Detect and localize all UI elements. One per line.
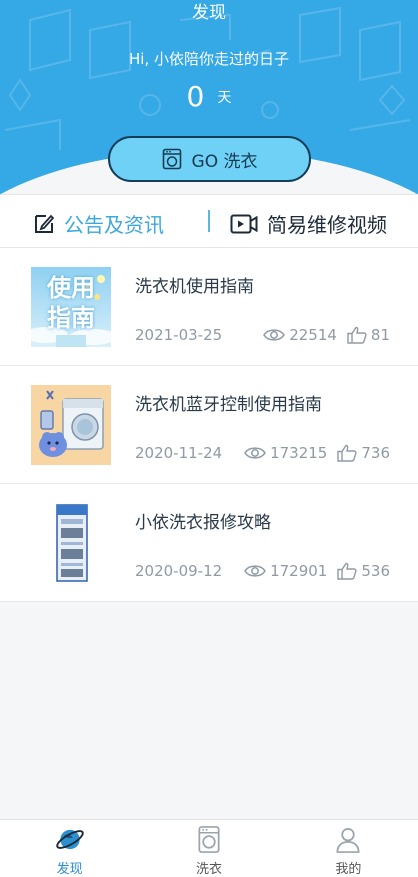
article-date: 2021-03-25: [135, 326, 223, 344]
tab-news-label: 公告及资讯: [64, 213, 164, 237]
article-stats: 22514 81: [263, 326, 390, 344]
view-count: 22514: [289, 326, 337, 344]
planet-icon: [55, 829, 84, 850]
tab-repair-videos[interactable]: 简易维修视频: [229, 209, 387, 238]
video-camera-icon: [230, 214, 258, 233]
article-date: 2020-09-12: [135, 562, 223, 580]
tab-repair-videos-label: 简易维修视频: [267, 213, 387, 237]
like-count: 81: [370, 326, 390, 344]
article-thumbnail: [31, 503, 111, 583]
thumbs-up-icon: [347, 326, 367, 344]
edit-note-icon: [35, 214, 55, 233]
content-tabs: 公告及资讯 简易维修视频: [0, 194, 418, 248]
view-count: 173215: [270, 444, 328, 462]
view-count: 172901: [270, 562, 328, 580]
bottom-nav: 发现 洗衣 我的: [0, 819, 418, 877]
eye-icon: [263, 329, 286, 341]
nav-discover[interactable]: 发现: [0, 820, 139, 877]
article-thumbnail: [31, 385, 111, 465]
nav-wash-label: 洗衣: [195, 862, 222, 877]
tab-divider: [208, 210, 210, 232]
washing-machine-icon: [198, 826, 220, 853]
article-date: 2020-11-24: [135, 444, 223, 462]
nav-wash[interactable]: 洗衣: [139, 820, 278, 877]
discover-page: 发现 Hi, 小依陪你走过的日子 0 天 GO 洗衣 公告及资讯 简易维修视频 …: [0, 0, 418, 877]
nav-discover-label: 发现: [56, 862, 83, 877]
eye-icon: [244, 565, 266, 577]
article-stats: 172901 536: [244, 562, 390, 580]
list-item[interactable]: 洗衣机蓝牙控制使用指南 2020-11-24 173215 736: [0, 366, 418, 484]
article-list: 使用 指南 洗衣机使用指南 2021-03-25 22514 81 洗衣机蓝牙控…: [0, 248, 418, 602]
like-count: 736: [361, 444, 390, 462]
thumbs-up-icon: [337, 562, 357, 580]
nav-profile-label: 我的: [335, 862, 362, 877]
page-title: 发现: [192, 3, 226, 23]
header-banner: 发现 Hi, 小依陪你走过的日子 0 天 GO 洗衣: [0, 0, 418, 200]
article-title: 洗衣机使用指南: [135, 277, 254, 297]
washing-machine-icon: [162, 148, 181, 170]
user-icon: [336, 827, 360, 853]
article-title: 洗衣机蓝牙控制使用指南: [135, 395, 322, 415]
nav-profile[interactable]: 我的: [279, 820, 418, 877]
article-title: 小依洗衣报修攻略: [135, 513, 271, 533]
greeting-text: Hi, 小依陪你走过的日子: [129, 50, 289, 68]
article-stats: 173215 736: [244, 444, 390, 462]
eye-icon: [244, 447, 266, 459]
go-wash-button[interactable]: GO 洗衣: [108, 136, 311, 182]
thumbs-up-icon: [337, 444, 357, 462]
tab-news[interactable]: 公告及资讯: [32, 209, 164, 238]
days-unit: 天: [217, 89, 232, 106]
like-count: 536: [361, 562, 390, 580]
list-item[interactable]: 使用 指南 洗衣机使用指南 2021-03-25 22514 81: [0, 248, 418, 366]
thumbnail-caption: 使用 指南: [47, 274, 95, 332]
days-counter: 0 天: [0, 80, 418, 113]
days-count: 0: [186, 80, 205, 113]
go-wash-button-label: GO 洗衣: [191, 151, 258, 172]
article-thumbnail: 使用 指南: [31, 267, 111, 347]
list-item[interactable]: 小依洗衣报修攻略 2020-09-12 172901 536: [0, 484, 418, 602]
